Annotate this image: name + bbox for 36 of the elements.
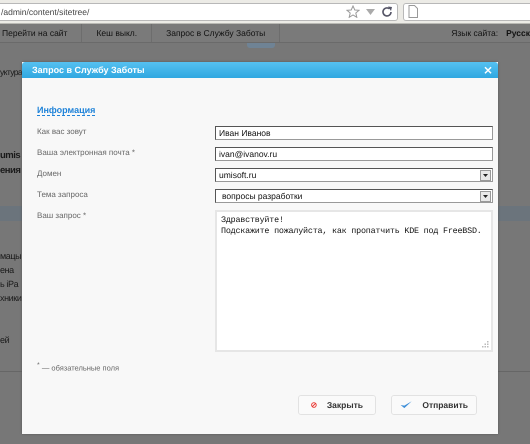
message-textarea[interactable]: Здравствуйте! Подскажите пожалуйста, как пропатчить KDE под FreeBSD. <box>215 210 493 352</box>
text-input[interactable]: Иван Иванов <box>215 126 493 140</box>
nav-link[interactable]: Запрос в Службу Заботы <box>164 24 280 42</box>
resize-grip-icon <box>482 341 489 348</box>
menu-text: уктура <box>0 67 22 77</box>
language-label: Язык сайта: <box>451 28 498 38</box>
text-input[interactable]: ivan@ivanov.ru <box>215 147 493 161</box>
star-icon <box>346 5 360 18</box>
send-button[interactable]: Отправить <box>391 394 477 414</box>
field-label: Тема запроса <box>37 189 89 199</box>
menu-text: ь iPa <box>0 279 18 289</box>
reload-icon <box>381 6 393 18</box>
section-link[interactable]: Информация <box>37 105 96 116</box>
field-label: Ваша электронная почта * <box>37 147 136 157</box>
dialog-title: Запрос в Службу Заботы <box>32 65 145 75</box>
menu-text: ена <box>0 265 14 275</box>
dropdown[interactable]: umisoft.ru <box>215 168 493 182</box>
menu-text: хники <box>0 293 22 303</box>
language-value[interactable]: Русск <box>506 28 530 38</box>
menu-text: ей <box>0 335 10 345</box>
page-heading: ения <box>0 165 20 176</box>
dropdown[interactable]: вопросы разработки <box>215 189 493 203</box>
field-label: Домен <box>37 168 62 178</box>
search-field[interactable] <box>403 2 530 20</box>
menu-text: мацы <box>0 251 22 261</box>
close-button[interactable]: Закрыть <box>298 394 376 414</box>
address-bar[interactable]: /admin/content/sitetree/ <box>0 2 398 20</box>
nav-link[interactable]: Кеш выкл. <box>94 24 152 42</box>
dropdown-arrow-icon <box>366 8 375 14</box>
toggle-tab[interactable] <box>247 43 275 48</box>
page-heading: umis <box>0 150 20 161</box>
page-icon <box>408 5 418 18</box>
field-label: Ваш запрос * <box>37 210 88 220</box>
url-text: /admin/content/sitetree/ <box>1 6 90 16</box>
field-label: Как вас зовут <box>37 126 88 136</box>
nav-link[interactable]: Перейти на сайт <box>0 24 82 42</box>
